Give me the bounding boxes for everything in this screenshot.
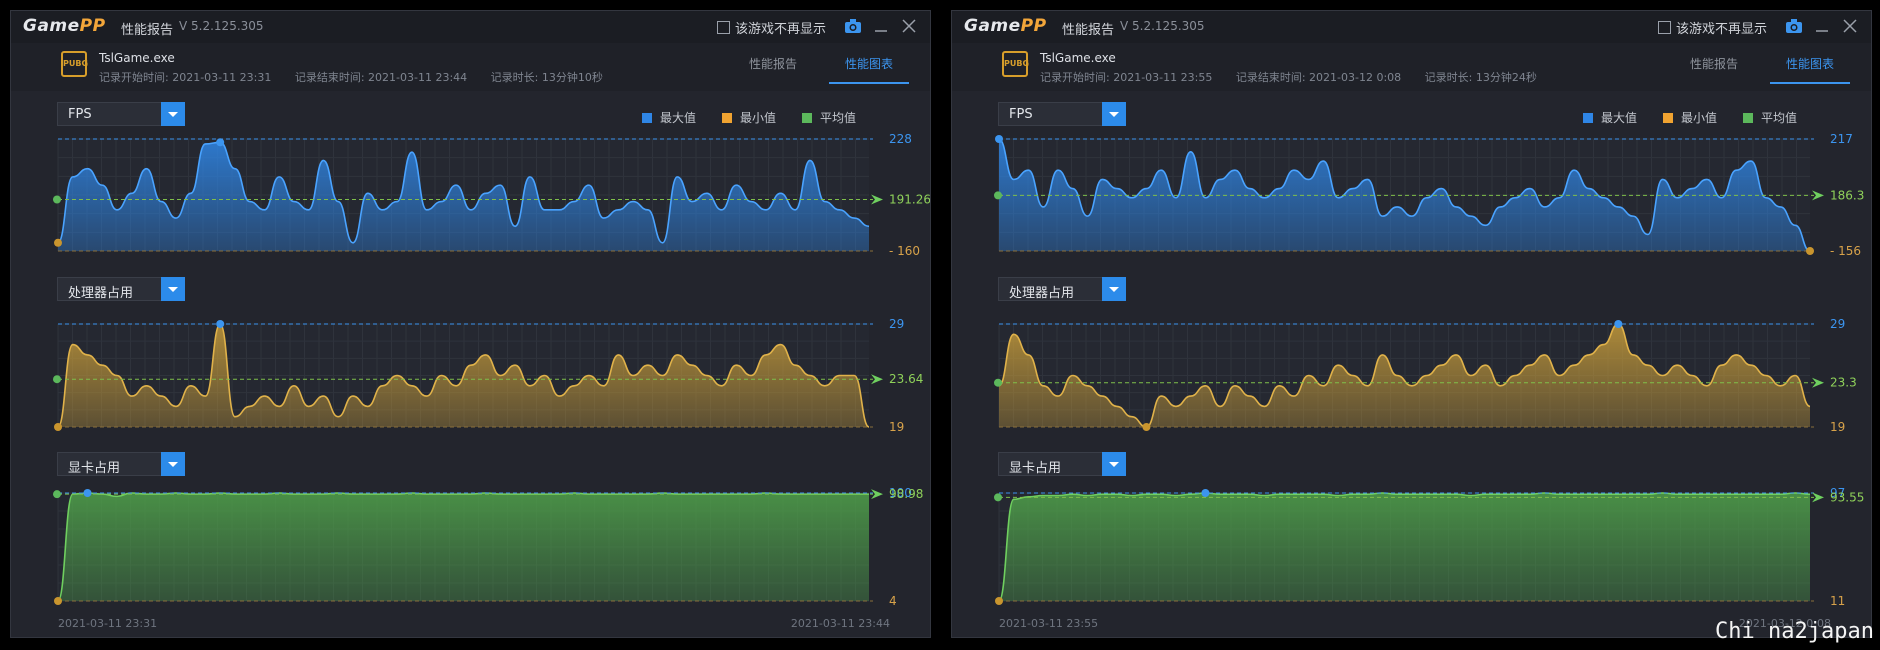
min-value-label: 4 [889,594,897,608]
min-marker [1806,247,1814,255]
min-value-label: - 156 [1830,244,1861,258]
avg-marker [994,493,1002,502]
series-area [58,493,869,601]
avg-marker [53,490,61,499]
chart-fps: 228 191.26 - 160 [53,132,931,258]
chart-fps: 217 186.3 - 156 [994,132,1864,258]
avg-marker [994,191,1002,200]
max-value-label: 217 [1830,132,1853,146]
max-marker [1201,489,1210,497]
max-marker [216,320,225,328]
avg-value-label: 186.3 [1830,188,1864,202]
avg-value-label: 23.64 [889,372,923,386]
max-marker [83,489,92,497]
watermark: Chi na2japan [1715,619,1874,644]
series-area [999,493,1810,601]
avg-marker [53,195,61,204]
chart-gpu: 9793.5511 [994,486,1864,608]
time-axis-start: 2021-03-11 23:55 [999,617,1099,630]
min-value-label: 19 [889,420,904,434]
time-axis-start: 2021-03-11 23:31 [58,617,158,630]
chart-cpu: 29 23.64 19 [53,317,923,434]
max-marker [1614,320,1623,328]
min-marker [54,423,62,431]
min-value-label: 11 [1830,594,1845,608]
avg-value-label: 191.26 [889,193,931,207]
max-value-label: 29 [1830,317,1845,331]
avg-marker [994,378,1002,387]
min-value-label: 19 [1830,420,1845,434]
min-marker [1142,423,1151,431]
avg-value-label: 98.98 [889,487,923,501]
charts-canvas-2: 217186.3- 1562923.3199793.5511 [994,132,1864,608]
max-value-label: 228 [889,132,912,146]
min-marker [54,597,62,605]
avg-value-label: 23.3 [1830,376,1857,390]
charts-canvas-1: 228191.26- 1602923.641910098.984 [53,132,931,608]
avg-value-label: 93.55 [1830,490,1864,504]
min-marker [54,238,62,247]
report-window-1: GamePP 性能报告 V 5.2.125.305 该游戏不再显示 PUBG T… [10,10,931,638]
avg-marker [53,375,61,384]
time-axis-end: 2021-03-11 23:44 [790,617,890,630]
max-value-label: 29 [889,317,904,331]
chart-gpu: 10098.984 [53,486,923,608]
min-value-label: - 160 [889,244,920,258]
chart-cpu: 29 23.3 19 [994,317,1857,434]
report-window-2: GamePP 性能报告 V 5.2.125.305 该游戏不再显示 PUBG T… [951,10,1872,638]
max-marker [995,135,1003,143]
max-marker [216,138,225,147]
min-marker [995,597,1003,605]
